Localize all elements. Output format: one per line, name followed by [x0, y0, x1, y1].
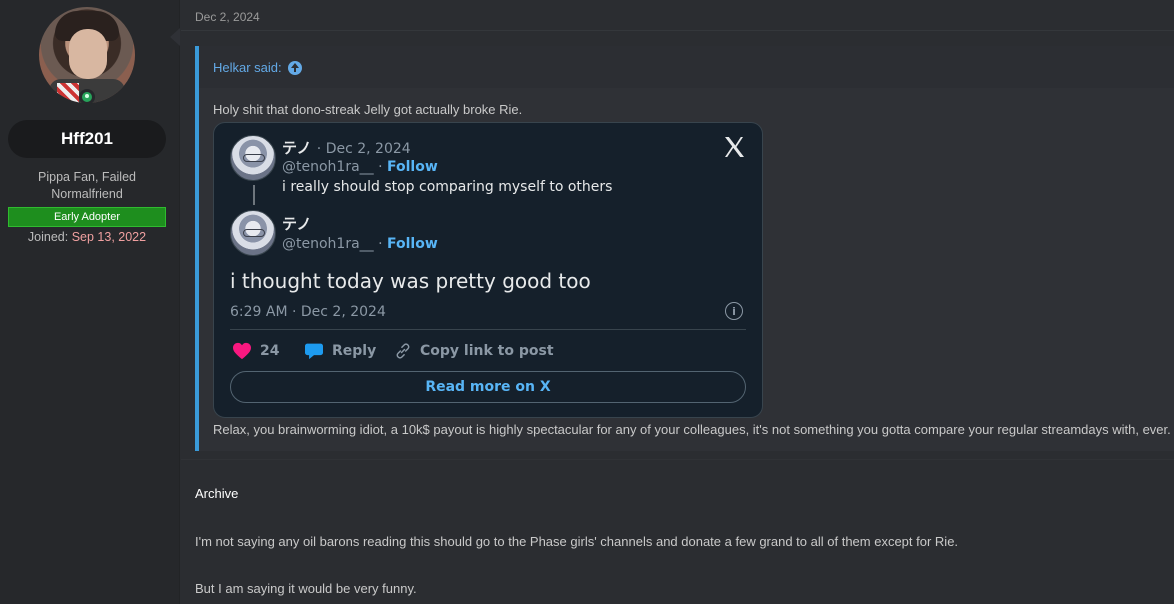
tweet-handle[interactable]: @tenoh1ra__	[282, 159, 374, 175]
post-header-divider	[181, 30, 1174, 31]
tweet-parent-date: · Dec 2, 2024	[316, 141, 411, 157]
handle-separator-main: ·	[378, 236, 383, 252]
tweet-author-name-main[interactable]: テノ	[282, 213, 312, 234]
tweet-embed[interactable]: テノ · Dec 2, 2024 @tenoh1ra__ · Follow i …	[213, 122, 763, 418]
read-more-button[interactable]: Read more on X	[230, 371, 746, 403]
post-reply-text: Relax, you brainworming idiot, a 10k$ pa…	[213, 422, 1171, 437]
tweet-handle-main[interactable]: @tenoh1ra__	[282, 236, 374, 252]
tweet-parent-text: i really should stop comparing myself to…	[282, 179, 613, 195]
post-date[interactable]: Dec 2, 2024	[195, 10, 260, 24]
avatar-glasses	[243, 154, 265, 162]
handle-separator: ·	[378, 159, 383, 175]
archive-link[interactable]: Archive	[195, 486, 238, 501]
arrow-up-circle-icon[interactable]	[287, 60, 302, 75]
tweet-handle-row-parent: @tenoh1ra__ · Follow	[282, 159, 438, 175]
tweet-avatar[interactable]	[230, 135, 276, 181]
online-status-icon	[79, 89, 95, 105]
tweet-timestamp[interactable]: 6:29 AM · Dec 2, 2024	[230, 304, 386, 320]
quote-author-link[interactable]: Helkar said:	[213, 60, 302, 75]
post-body-line: I'm not saying any oil barons reading th…	[195, 534, 959, 549]
thread-line	[253, 185, 255, 205]
username[interactable]: Hff201	[8, 120, 166, 158]
tweet-handle-row-main: @tenoh1ra__ · Follow	[282, 236, 438, 252]
like-count: 24	[260, 343, 280, 359]
avatar-face	[69, 29, 107, 79]
quote-text: Holy shit that dono-streak Jelly got act…	[213, 102, 523, 117]
user-panel: Hff201 Pippa Fan, Failed Normalfriend Ea…	[0, 0, 180, 604]
info-icon[interactable]: i	[725, 302, 743, 320]
reply-bubble-icon[interactable]	[304, 342, 324, 360]
follow-button-main[interactable]: Follow	[387, 236, 438, 252]
quote-header: Helkar said:	[199, 46, 1174, 88]
like-action[interactable]: 24	[232, 342, 279, 360]
joined-date: Sep 13, 2022	[71, 230, 147, 244]
quote-block: Helkar said: Holy shit that dono-streak …	[195, 46, 1174, 451]
copy-link-action[interactable]: Copy link to post	[394, 342, 554, 360]
link-icon[interactable]	[394, 342, 412, 360]
quote-author[interactable]: Helkar said:	[213, 60, 282, 75]
copy-link-label[interactable]: Copy link to post	[420, 343, 554, 359]
tweet-author-name[interactable]: テノ	[282, 139, 312, 157]
user-title: Pippa Fan, Failed Normalfriend	[38, 170, 136, 201]
joined-info: Joined: Sep 13, 2022	[8, 230, 166, 244]
reply-action[interactable]: Reply	[304, 342, 376, 360]
post-body-line-2: But I am saying it would be very funny.	[195, 581, 417, 596]
x-logo-icon[interactable]	[722, 135, 746, 159]
content-divider	[181, 459, 1174, 460]
follow-button[interactable]: Follow	[387, 159, 438, 175]
avatar-glasses	[243, 229, 265, 237]
tweet-avatar-main[interactable]	[230, 210, 276, 256]
avatar-scarf	[57, 83, 79, 103]
post-arrow	[170, 28, 180, 46]
tweet-main-text: i thought today was pretty good too	[230, 269, 591, 293]
user-banner: Early Adopter	[8, 207, 166, 227]
heart-icon[interactable]	[232, 342, 252, 360]
tweet-author-parent[interactable]: テノ · Dec 2, 2024	[282, 137, 411, 158]
tweet-divider	[230, 329, 746, 330]
reply-label[interactable]: Reply	[332, 343, 376, 359]
joined-label: Joined:	[27, 230, 69, 244]
